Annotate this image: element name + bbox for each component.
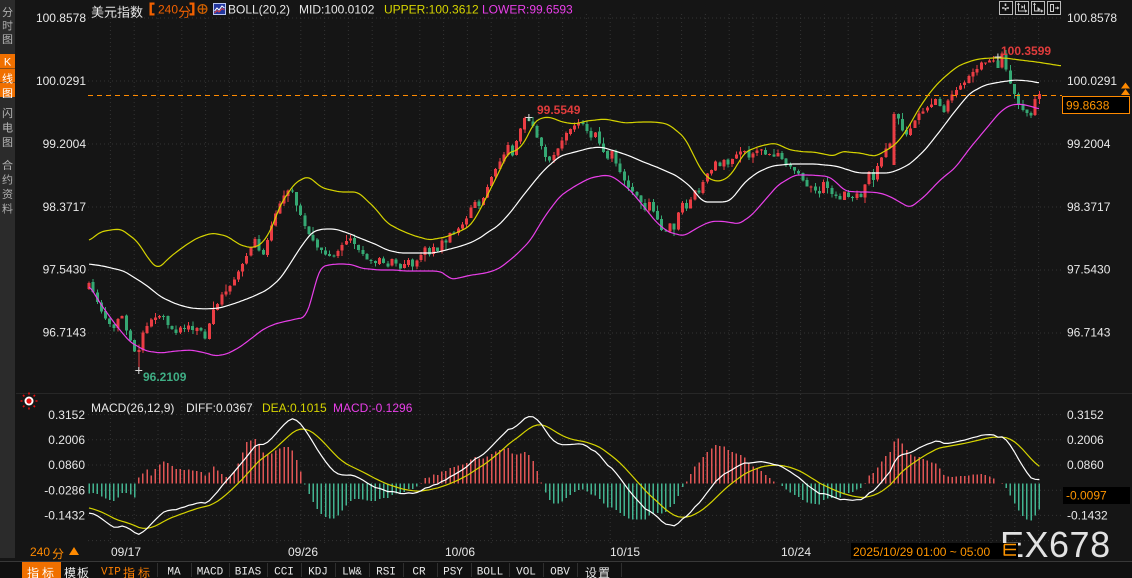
svg-text:100.3599: 100.3599 <box>1001 44 1051 58</box>
svg-text:99.5549: 99.5549 <box>537 103 581 117</box>
svg-text:DEA:0.1015: DEA:0.1015 <box>262 401 327 415</box>
svg-text:99.2004: 99.2004 <box>43 137 87 151</box>
svg-text:MACD: MACD <box>197 567 224 578</box>
svg-text:10/06: 10/06 <box>445 545 475 559</box>
svg-text:BOLL: BOLL <box>477 567 503 578</box>
svg-text:K: K <box>4 57 12 69</box>
svg-text:100.0291: 100.0291 <box>1067 74 1117 88</box>
svg-text:0.0860: 0.0860 <box>48 458 85 472</box>
svg-text:OBV: OBV <box>550 567 570 578</box>
svg-text:96.7143: 96.7143 <box>1067 325 1111 339</box>
svg-text:LW&: LW& <box>342 567 362 578</box>
svg-text:10/24: 10/24 <box>781 545 811 559</box>
svg-text:0.0860: 0.0860 <box>1067 458 1104 472</box>
svg-text:KDJ: KDJ <box>308 567 328 578</box>
svg-text:RSI: RSI <box>376 567 396 578</box>
svg-text:UPPER:100.3612: UPPER:100.3612 <box>384 3 479 17</box>
svg-text:DIFF:0.0367: DIFF:0.0367 <box>186 401 253 415</box>
svg-text:-0.1432: -0.1432 <box>44 509 85 523</box>
svg-text:CR: CR <box>412 567 426 578</box>
svg-text:240: 240 <box>158 3 178 17</box>
svg-text:MACD:-0.1296: MACD:-0.1296 <box>333 401 413 415</box>
svg-text:PSY: PSY <box>443 567 463 578</box>
svg-text:96.2109: 96.2109 <box>143 370 187 384</box>
svg-text:MACD(26,12,9): MACD(26,12,9) <box>91 401 174 415</box>
svg-text:100.8578: 100.8578 <box>36 11 86 25</box>
svg-text:BIAS: BIAS <box>235 567 262 578</box>
svg-text:96.7143: 96.7143 <box>43 325 87 339</box>
svg-text:240: 240 <box>30 545 50 559</box>
svg-text:VIP: VIP <box>101 567 121 578</box>
svg-text:99.8638: 99.8638 <box>1066 99 1110 113</box>
svg-text:-0.0097: -0.0097 <box>1066 489 1107 503</box>
svg-text:100.0291: 100.0291 <box>36 74 86 88</box>
svg-text:97.5430: 97.5430 <box>43 263 87 277</box>
svg-text:09/26: 09/26 <box>288 545 318 559</box>
svg-text:0.3152: 0.3152 <box>1067 408 1104 422</box>
svg-text:MID:100.0102: MID:100.0102 <box>299 3 375 17</box>
svg-text:0.2006: 0.2006 <box>1067 433 1104 447</box>
svg-text:0.3152: 0.3152 <box>48 408 85 422</box>
svg-text:BOLL(20,2): BOLL(20,2) <box>228 3 290 17</box>
svg-text:2025/10/29 01:00 ~ 05:00: 2025/10/29 01:00 ~ 05:00 <box>853 545 990 559</box>
svg-text:98.3717: 98.3717 <box>43 200 87 214</box>
svg-text:10/15: 10/15 <box>610 545 640 559</box>
svg-text:97.5430: 97.5430 <box>1067 263 1111 277</box>
svg-text:-0.0286: -0.0286 <box>44 483 85 497</box>
svg-text:99.2004: 99.2004 <box>1067 137 1111 151</box>
svg-text:0.2006: 0.2006 <box>48 433 85 447</box>
svg-text:98.3717: 98.3717 <box>1067 200 1111 214</box>
svg-text:LOWER:99.6593: LOWER:99.6593 <box>482 3 573 17</box>
svg-text:CCI: CCI <box>274 567 294 578</box>
svg-text:09/17: 09/17 <box>111 545 141 559</box>
svg-text:MA: MA <box>167 567 181 578</box>
svg-text:100.8578: 100.8578 <box>1067 11 1117 25</box>
svg-text:VOL: VOL <box>516 567 536 578</box>
svg-text:-0.1432: -0.1432 <box>1067 509 1108 523</box>
